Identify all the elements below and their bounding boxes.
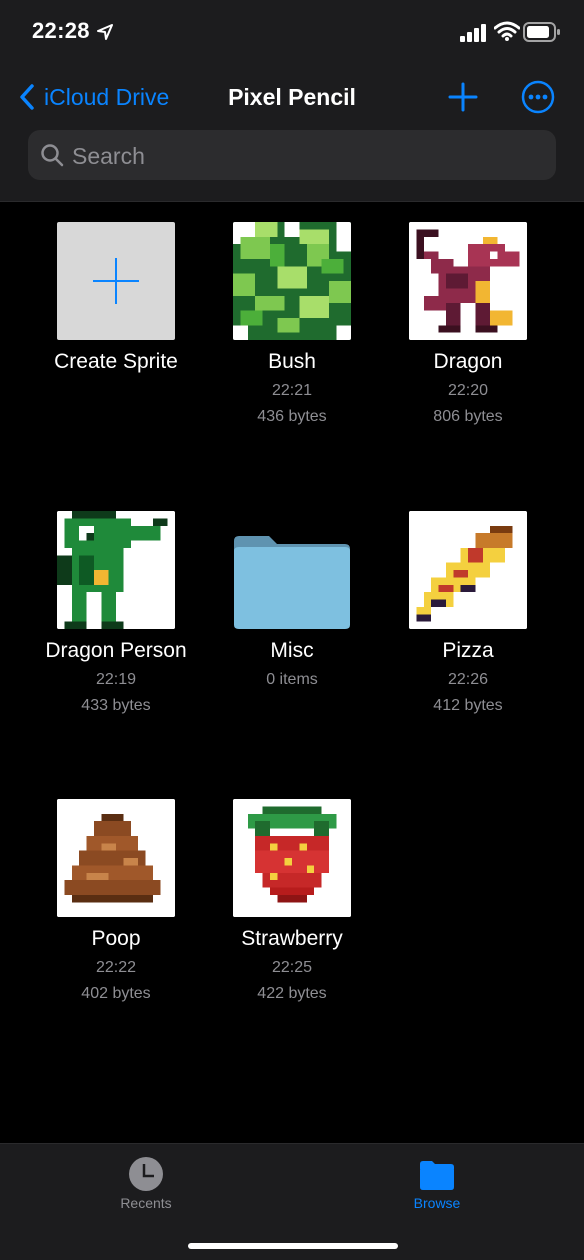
tab-recents[interactable]: Recents xyxy=(81,1144,211,1224)
item-name: Bush xyxy=(268,350,316,373)
search-icon xyxy=(41,144,64,167)
item-size: 436 bytes xyxy=(257,408,327,425)
item-time: 22:26 xyxy=(447,671,489,688)
tab-browse-label: Browse xyxy=(413,1195,461,1211)
create-sprite-thumbnail[interactable] xyxy=(57,222,175,340)
item-size: 806 bytes xyxy=(433,408,503,425)
plus-icon xyxy=(93,258,139,304)
item-time: 22:21 xyxy=(271,382,313,399)
chevron-left-icon xyxy=(20,84,34,110)
wifi-icon xyxy=(494,21,520,41)
home-indicator[interactable] xyxy=(188,1243,398,1249)
item-name: Strawberry xyxy=(241,927,343,950)
item-name: Pizza xyxy=(442,639,494,662)
strawberry-thumbnail[interactable] xyxy=(233,799,351,917)
item-size: 422 bytes xyxy=(257,985,327,1002)
back-button[interactable]: iCloud Drive xyxy=(18,80,169,114)
search-field[interactable] xyxy=(28,130,556,182)
dragon-person-thumbnail[interactable] xyxy=(57,511,175,629)
location-arrow-icon xyxy=(97,24,113,40)
tab-recents-label: Recents xyxy=(120,1195,172,1211)
status-bar: 22:28 xyxy=(0,0,584,64)
item-time: 22:22 xyxy=(95,959,137,976)
status-time: 22:28 xyxy=(32,18,90,43)
item-time: 22:19 xyxy=(95,671,137,688)
strawberry-sprite-icon xyxy=(233,799,351,917)
search-input[interactable] xyxy=(70,130,544,182)
dragon-sprite-icon xyxy=(409,222,527,340)
add-button[interactable] xyxy=(448,82,478,112)
item-name: Misc xyxy=(270,639,314,662)
cellular-signal-icon xyxy=(460,24,486,42)
item-size: 433 bytes xyxy=(81,697,151,714)
item-size: 412 bytes xyxy=(433,697,503,714)
item-name: Poop xyxy=(91,927,141,950)
item-time: 22:25 xyxy=(271,959,313,976)
item-name: Create Sprite xyxy=(54,350,178,373)
more-options-button[interactable] xyxy=(521,80,555,114)
bush-thumbnail[interactable] xyxy=(233,222,351,340)
pizza-sprite-icon xyxy=(409,511,527,629)
misc-thumbnail[interactable] xyxy=(233,511,351,629)
poop-thumbnail[interactable] xyxy=(57,799,175,917)
poop-sprite-icon xyxy=(57,799,175,917)
header: 22:28 iCloud Drive Pixel Pencil Search xyxy=(0,0,584,202)
navigation-bar: iCloud Drive Pixel Pencil xyxy=(0,72,584,122)
item-size: 402 bytes xyxy=(81,985,151,1002)
pizza-thumbnail[interactable] xyxy=(409,511,527,629)
back-button-label: iCloud Drive xyxy=(44,83,170,110)
dragon-person-sprite-icon xyxy=(57,511,175,629)
clock-icon xyxy=(129,1157,163,1191)
header-divider xyxy=(0,201,584,202)
item-name: Dragon Person xyxy=(45,639,187,662)
battery-icon xyxy=(523,22,560,42)
dragon-thumbnail[interactable] xyxy=(409,222,527,340)
bush-sprite-icon xyxy=(233,222,351,340)
item-name: Dragon xyxy=(433,350,503,373)
folder-icon xyxy=(234,536,350,629)
tab-browse[interactable]: Browse xyxy=(372,1144,502,1224)
item-time: 22:20 xyxy=(447,382,489,399)
item-count: 0 items xyxy=(266,671,318,688)
folder-fill-icon xyxy=(420,1161,454,1190)
